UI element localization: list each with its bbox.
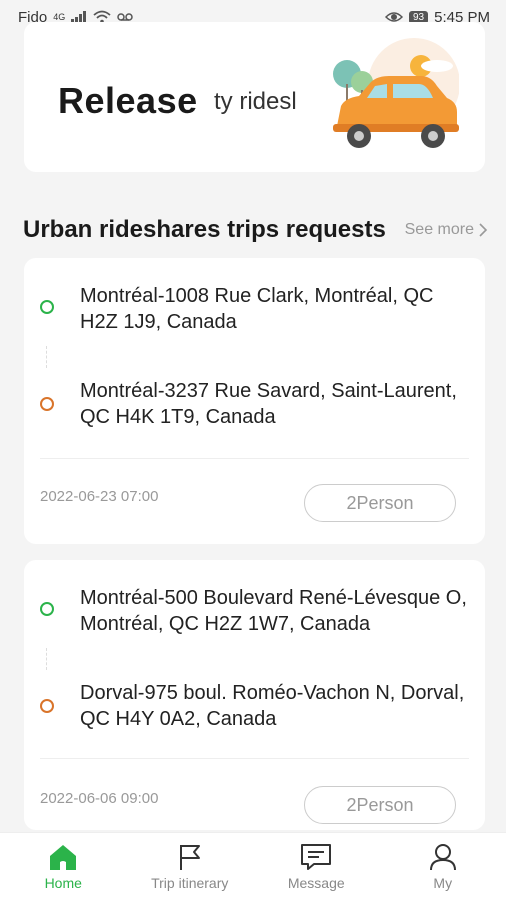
seats-button[interactable]: 2Person xyxy=(304,786,456,824)
route-connector xyxy=(46,346,47,368)
promo-banner[interactable]: Release ty ridesl xyxy=(24,22,485,172)
destination-dot-icon xyxy=(40,397,54,411)
banner-title: Release xyxy=(58,80,198,121)
origin-address: Montréal-500 Boulevard René-Lévesque O, … xyxy=(80,587,467,635)
trip-card[interactable]: Montréal-1008 Rue Clark, Montréal, QC H2… xyxy=(24,258,485,544)
see-more-label: See more xyxy=(404,221,474,238)
nav-message[interactable]: Message xyxy=(253,833,380,900)
banner-subtitle: ty ridesl xyxy=(214,88,297,115)
nav-trip-itinerary[interactable]: Trip itinerary xyxy=(127,833,254,900)
origin-dot-icon xyxy=(40,602,54,616)
nav-label: Message xyxy=(287,874,345,891)
route-connector xyxy=(46,648,47,670)
voicemail-icon xyxy=(117,13,133,21)
see-more-link[interactable]: See more xyxy=(405,221,488,239)
nav-label: My xyxy=(433,874,453,891)
card-divider xyxy=(40,758,469,759)
chevron-right-icon xyxy=(479,223,488,237)
destination-address: Dorval-975 boul. Roméo-Vachon N, Dorval,… xyxy=(80,682,465,730)
person-icon xyxy=(429,843,456,870)
car-illustration-icon xyxy=(333,38,459,148)
destination-dot-icon xyxy=(40,699,54,713)
message-icon xyxy=(301,843,332,870)
origin-address: Montréal-1008 Rue Clark, Montréal, QC H2… xyxy=(80,285,434,333)
flag-icon xyxy=(179,844,200,870)
nav-home[interactable]: Home xyxy=(0,833,127,900)
destination-address: Montréal-3237 Rue Savard, Saint-Laurent,… xyxy=(80,380,457,428)
origin-dot-icon xyxy=(40,300,54,314)
trip-datetime: 2022-06-23 07:00 xyxy=(40,488,159,505)
nav-label: Trip itinerary xyxy=(151,874,229,891)
nav-label: Home xyxy=(44,874,82,891)
bottom-nav: Home Trip itinerary Message My xyxy=(0,832,506,900)
trip-card[interactable]: Montréal-500 Boulevard René-Lévesque O, … xyxy=(24,560,485,830)
section-header: Urban rideshares trips requests See more xyxy=(23,212,488,248)
section-title: Urban rideshares trips requests xyxy=(23,216,386,243)
nav-my[interactable]: My xyxy=(380,833,506,900)
seats-button[interactable]: 2Person xyxy=(304,484,456,522)
trip-datetime: 2022-06-06 09:00 xyxy=(40,790,159,807)
network-type: 4G xyxy=(53,12,66,22)
card-divider xyxy=(40,458,469,459)
home-icon xyxy=(50,844,77,870)
